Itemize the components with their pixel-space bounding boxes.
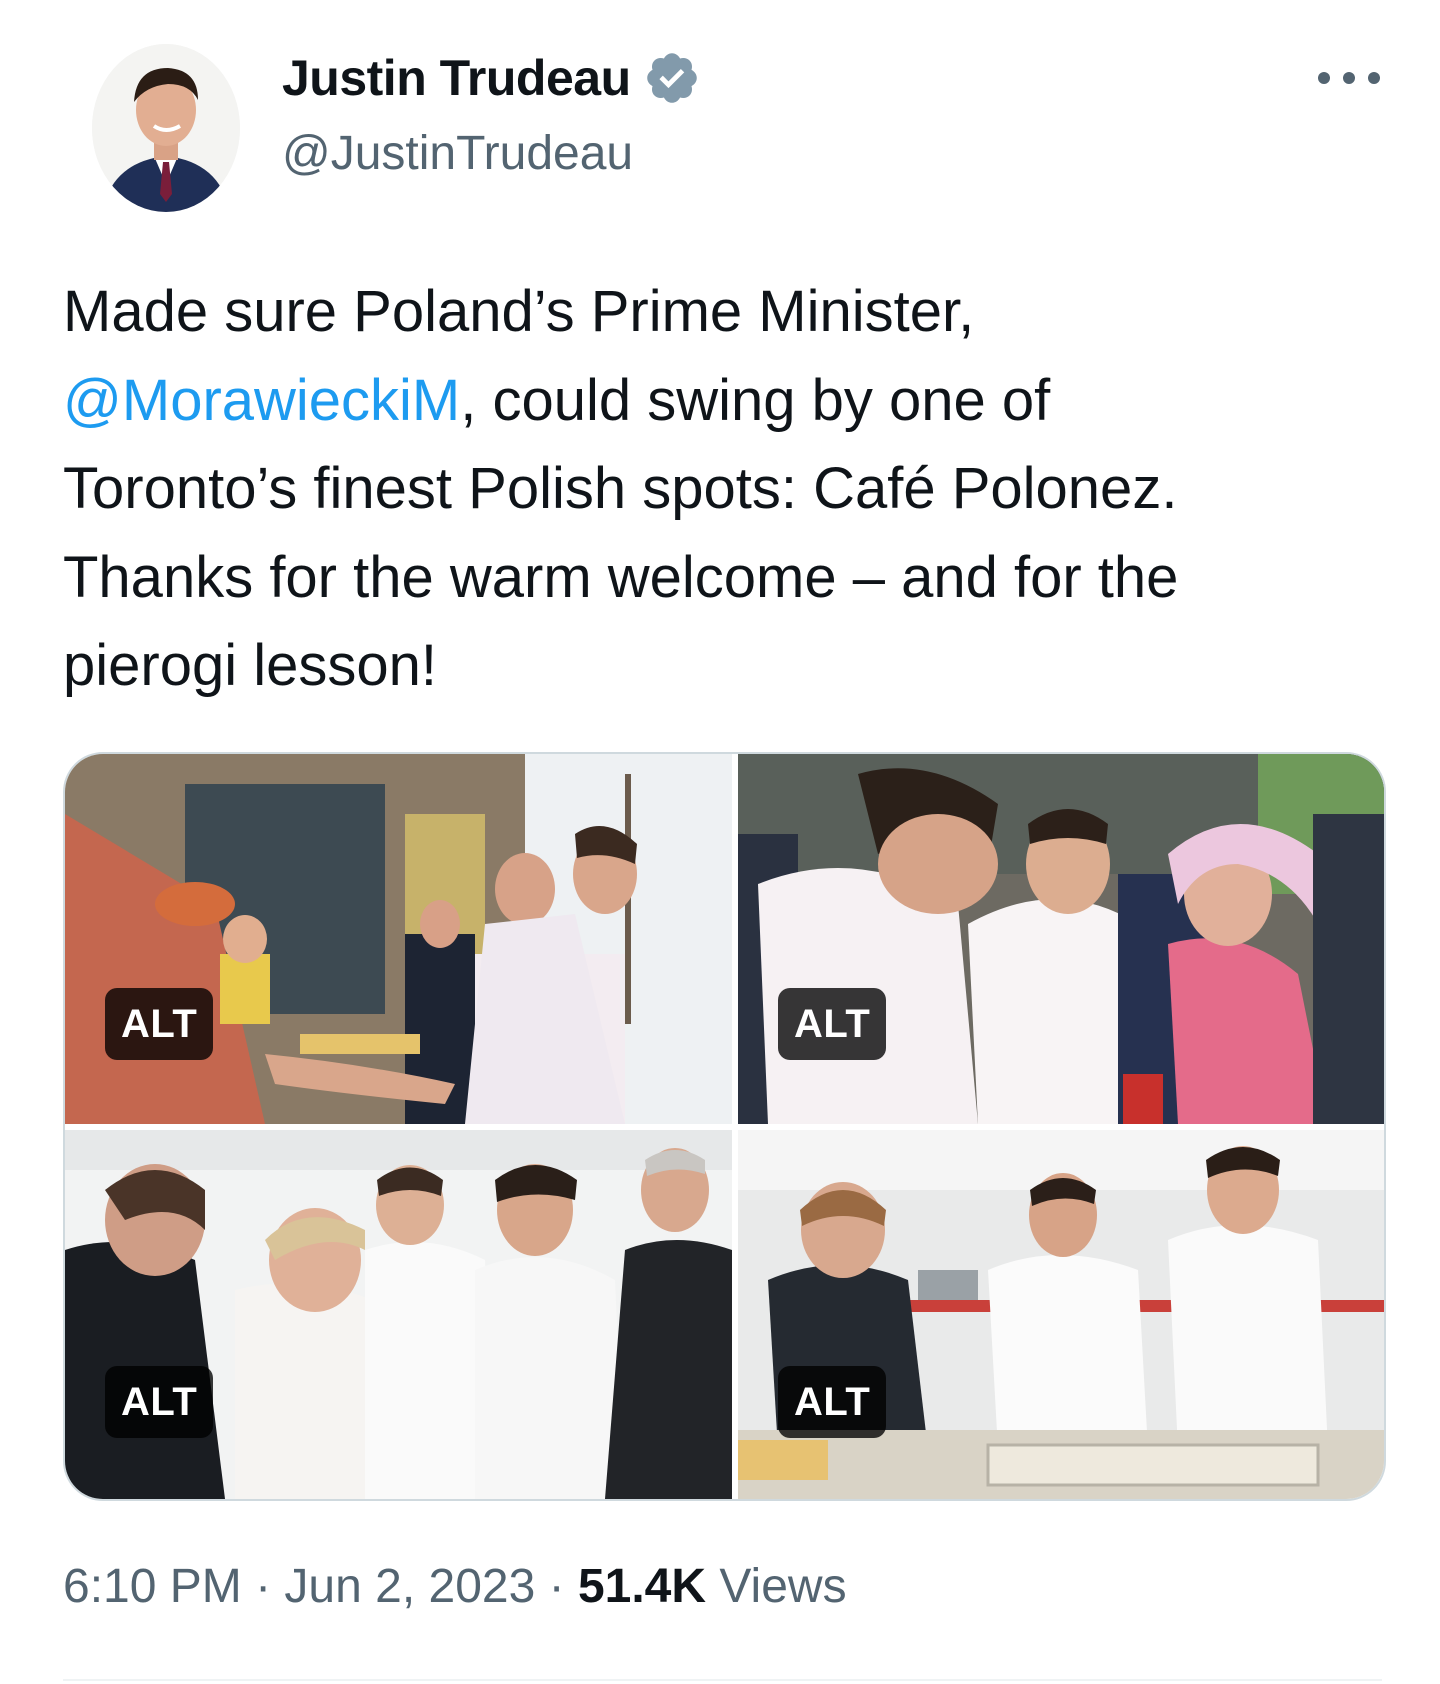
- views-label: Views: [719, 1560, 847, 1613]
- author-name-row: Justin Trudeau: [282, 46, 701, 110]
- author-avatar[interactable]: [92, 44, 240, 212]
- author-display-name[interactable]: Justin Trudeau: [282, 46, 631, 110]
- more-horizontal-icon: [1343, 72, 1355, 84]
- author-handle[interactable]: @JustinTrudeau: [282, 122, 633, 186]
- meta-separator: ·: [535, 1560, 578, 1613]
- more-horizontal-icon: [1368, 72, 1380, 84]
- photo-4-pierogi-lesson[interactable]: ALT: [738, 1130, 1384, 1499]
- divider: [63, 1679, 1382, 1681]
- avatar-photo: [92, 44, 240, 212]
- tweet-card: Justin Trudeau @JustinTrudeau Made sure …: [0, 0, 1440, 1684]
- verified-badge-icon[interactable]: [643, 49, 701, 107]
- photo-2-image: [738, 754, 1384, 1124]
- alt-badge-4[interactable]: ALT: [778, 1366, 887, 1438]
- tweet-time[interactable]: 6:10 PM: [63, 1560, 242, 1613]
- meta-separator: ·: [241, 1560, 285, 1613]
- mention-link[interactable]: @MorawieckiM: [63, 368, 460, 433]
- more-horizontal-icon: [1318, 72, 1330, 84]
- tweet-text: Made sure Poland’s Prime Minister, @Mora…: [63, 268, 1383, 711]
- photo-1-image: [65, 754, 732, 1124]
- tweet-text-part-1: Made sure Poland’s Prime Minister,: [63, 279, 975, 344]
- alt-badge-1[interactable]: ALT: [105, 988, 214, 1060]
- alt-badge-3[interactable]: ALT: [105, 1366, 214, 1438]
- photo-3-meeting-indoors[interactable]: ALT: [65, 1130, 732, 1499]
- alt-badge-2[interactable]: ALT: [778, 988, 887, 1060]
- tweet-meta: 6:10 PM · Jun 2, 2023 · 51.4K Views: [63, 1555, 847, 1619]
- tweet-date[interactable]: Jun 2, 2023: [284, 1560, 535, 1613]
- photo-2-greeting-crowd[interactable]: ALT: [738, 754, 1384, 1124]
- photo-4-image: [738, 1130, 1384, 1499]
- more-options-button[interactable]: [1318, 58, 1380, 98]
- media-grid: ALT ALT ALT ALT: [63, 752, 1386, 1501]
- photo-1-handshake-street[interactable]: ALT: [65, 754, 732, 1124]
- views-count[interactable]: 51.4K: [578, 1560, 706, 1613]
- photo-3-image: [65, 1130, 732, 1499]
